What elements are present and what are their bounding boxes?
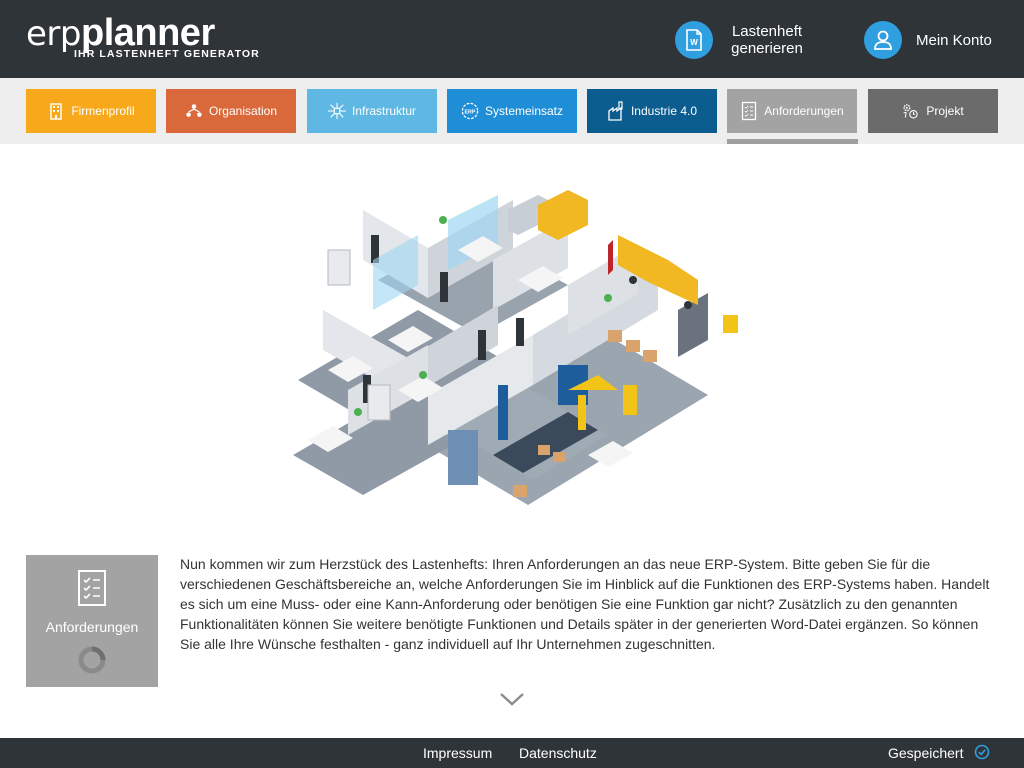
project-gear-icon <box>902 101 920 121</box>
datenschutz-link[interactable]: Datenschutz <box>519 745 597 761</box>
section-info-box: Anforderungen <box>26 555 158 687</box>
active-tab-indicator <box>727 139 858 144</box>
section-nav: Firmenprofil Organisation Infrastruktur … <box>0 78 1024 144</box>
tab-industrie-4-0[interactable]: Industrie 4.0 <box>587 89 717 133</box>
progress-ring-icon <box>78 646 106 674</box>
chevron-down-icon[interactable] <box>498 690 526 708</box>
account-label: Mein Konto <box>916 31 992 49</box>
factory-icon <box>607 101 625 121</box>
section-info-label: Anforderungen <box>45 619 139 635</box>
impressum-link[interactable]: Impressum <box>423 745 492 761</box>
erp-icon: ERP <box>461 101 479 121</box>
tab-organisation[interactable]: Organisation <box>166 89 296 133</box>
logo-tagline: IHR LASTENHEFT GENERATOR <box>74 48 260 60</box>
tab-infrastruktur[interactable]: Infrastruktur <box>307 89 437 133</box>
svg-text:W: W <box>690 38 698 47</box>
my-account-button[interactable]: Mein Konto <box>864 20 992 60</box>
section-description: Nun kommen wir zum Herzstück des Lastenh… <box>180 556 990 652</box>
saved-status: Gespeichert <box>888 745 964 761</box>
checklist-icon <box>78 570 106 606</box>
check-circle-icon <box>974 744 990 760</box>
checklist-icon <box>740 101 758 121</box>
footer: Impressum Datenschutz Gespeichert <box>0 738 1024 768</box>
tab-systemeinsatz[interactable]: ERP Systemeinsatz <box>447 89 577 133</box>
user-icon <box>864 21 902 59</box>
tab-firmenprofil[interactable]: Firmenprofil <box>26 89 156 133</box>
generate-lastenheft-button[interactable]: W Lastenheft generieren <box>675 20 807 60</box>
network-icon <box>327 101 346 121</box>
tab-anforderungen[interactable]: Anforderungen <box>727 89 857 133</box>
top-header: erpplanner IHR LASTENHEFT GENERATOR W La… <box>0 0 1024 78</box>
word-document-icon: W <box>675 21 713 59</box>
building-icon <box>47 101 65 121</box>
erpplanner-logo[interactable]: erpplanner IHR LASTENHEFT GENERATOR <box>26 14 259 64</box>
svg-text:ERP: ERP <box>464 109 475 115</box>
tab-projekt[interactable]: Projekt <box>868 89 998 133</box>
office-factory-illustration <box>293 190 738 505</box>
org-chart-icon <box>185 101 203 121</box>
generate-label: Lastenheft generieren <box>731 23 803 57</box>
